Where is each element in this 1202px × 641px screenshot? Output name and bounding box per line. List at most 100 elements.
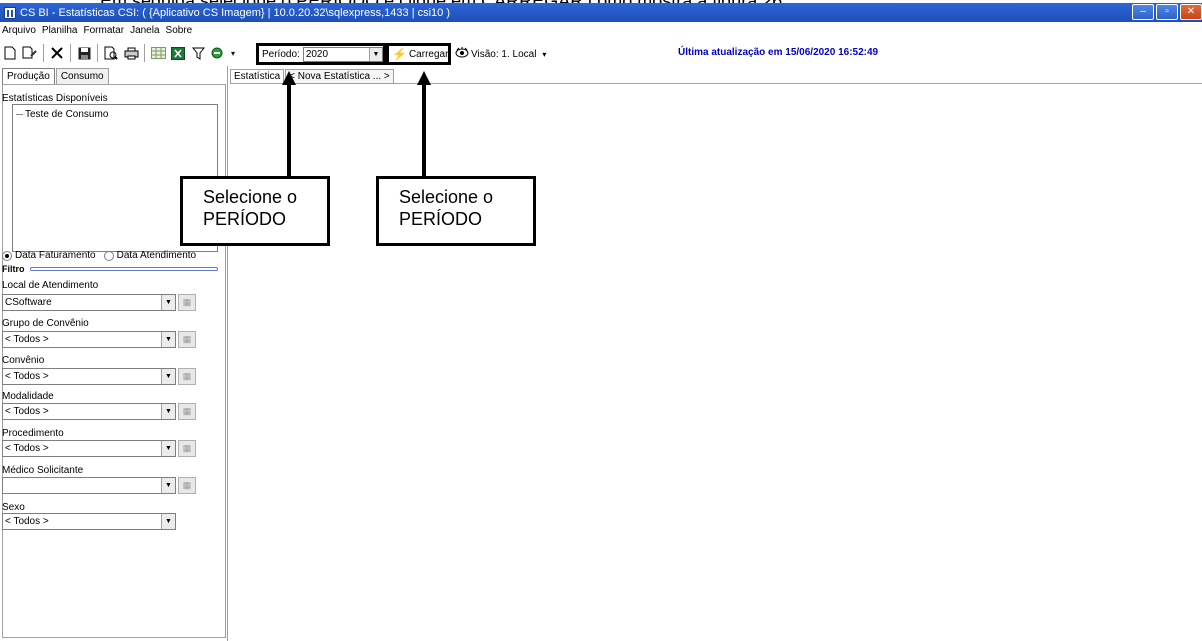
multi-select-icon[interactable]: ▦: [178, 368, 196, 385]
multi-select-icon[interactable]: ▦: [178, 403, 196, 420]
left-panel-tabs: Produção Consumo: [2, 68, 110, 84]
local-atendimento-field: CSoftware ▼ ▦: [2, 294, 196, 311]
periodo-selector: Período: 2020 ▼: [256, 43, 386, 65]
callout-periodo-right: Selecione o PERÍODO: [376, 176, 536, 246]
sexo-label: Sexo: [2, 502, 25, 513]
toolbar-separator: [97, 44, 98, 62]
grupo-convenio-label: Grupo de Convênio: [2, 318, 89, 329]
menu-item-arquivo[interactable]: Arquivo: [2, 25, 36, 39]
arrow-up-icon: [282, 71, 296, 85]
chevron-down-icon[interactable]: ▾: [228, 43, 238, 63]
tab-nova-estatistica[interactable]: < Nova Estatística ... >: [285, 69, 394, 83]
minimize-button[interactable]: –: [1132, 4, 1154, 20]
chevron-down-icon[interactable]: ▼: [161, 332, 175, 347]
spreadsheet-icon[interactable]: [148, 43, 168, 63]
estatisticas-label: Estatísticas Disponíveis: [2, 93, 108, 104]
radio-data-faturamento[interactable]: Data Faturamento: [2, 250, 96, 261]
content-tabs: Estatística < Nova Estatística ... >: [230, 69, 395, 83]
close-button[interactable]: ✕: [1180, 4, 1202, 20]
delete-icon[interactable]: [47, 43, 67, 63]
sexo-dropdown[interactable]: < Todos > ▼: [2, 513, 176, 530]
dropdown-value: < Todos >: [5, 371, 49, 382]
medico-solicitante-field: ▼ ▦: [2, 477, 196, 494]
chevron-down-icon[interactable]: ▼: [161, 514, 175, 529]
callout-line1: Selecione o: [203, 187, 298, 207]
arrow-shaft: [422, 84, 426, 178]
arrow-up-icon: [417, 71, 431, 85]
chevron-down-icon: ▾: [542, 49, 547, 59]
toolbar-separator: [43, 44, 44, 62]
refresh-filter-icon[interactable]: [208, 43, 228, 63]
periodo-dropdown[interactable]: 2020 ▼: [302, 46, 383, 62]
print-icon[interactable]: [121, 43, 141, 63]
dropdown-value: < Todos >: [5, 516, 49, 527]
grupo-convenio-dropdown[interactable]: < Todos > ▼: [2, 331, 176, 348]
dropdown-value: < Todos >: [5, 334, 49, 345]
eye-icon: [455, 47, 469, 61]
last-update-text: Última atualização em 15/06/2020 16:52:4…: [678, 47, 879, 58]
procedimento-label: Procedimento: [2, 428, 64, 439]
toolbar-separator: [144, 44, 145, 62]
medico-solicitante-dropdown[interactable]: ▼: [2, 477, 176, 494]
visao-dropdown[interactable]: Visão: 1. Local ▾: [455, 47, 546, 61]
tab-estatistica[interactable]: Estatística: [230, 69, 285, 83]
chevron-down-icon[interactable]: ▼: [161, 404, 175, 419]
carregar-button[interactable]: ⚡ Carregar: [386, 43, 451, 65]
save-icon[interactable]: [74, 43, 94, 63]
multi-select-icon[interactable]: ▦: [178, 440, 196, 457]
chevron-down-icon[interactable]: ▼: [161, 369, 175, 384]
window-controls: – ▫ ✕: [1130, 4, 1202, 20]
grupo-convenio-field: < Todos > ▼ ▦: [2, 331, 196, 348]
menu-bar: Arquivo Planilha Formatar Janela Sobre: [0, 25, 192, 39]
local-atendimento-label: Local de Atendimento: [2, 280, 99, 291]
menu-item-formatar[interactable]: Formatar: [84, 25, 125, 39]
edit-document-icon[interactable]: [20, 43, 40, 63]
dropdown-value: < Todos >: [5, 443, 49, 454]
excel-icon[interactable]: [168, 43, 188, 63]
modalidade-label: Modalidade: [2, 391, 54, 402]
toolbar: ▾: [0, 40, 1202, 66]
filtro-group-header: Filtro: [2, 264, 218, 276]
chevron-down-icon[interactable]: ▼: [161, 441, 175, 456]
maximize-button[interactable]: ▫: [1156, 4, 1178, 20]
app-icon: [4, 6, 16, 19]
dropdown-value: < Todos >: [5, 406, 49, 417]
content-divider: [230, 83, 1202, 84]
modalidade-dropdown[interactable]: < Todos > ▼: [2, 403, 176, 420]
sexo-field: < Todos > ▼: [2, 513, 176, 530]
chevron-down-icon[interactable]: ▼: [161, 295, 175, 310]
convenio-dropdown[interactable]: < Todos > ▼: [2, 368, 176, 385]
tab-producao[interactable]: Produção: [2, 68, 55, 84]
new-document-icon[interactable]: [0, 43, 20, 63]
periodo-value: 2020: [305, 48, 329, 60]
menu-item-sobre[interactable]: Sobre: [166, 25, 193, 39]
window-title: CS BI - Estatísticas CSI: ( {Aplicativo …: [20, 6, 451, 19]
multi-select-icon[interactable]: ▦: [178, 331, 196, 348]
dropdown-value: CSoftware: [5, 297, 52, 308]
arrow-shaft: [287, 84, 291, 178]
filtro-divider: [30, 267, 218, 271]
multi-select-icon[interactable]: ▦: [178, 477, 196, 494]
print-preview-icon[interactable]: [101, 43, 121, 63]
list-item[interactable]: Teste de Consumo: [16, 109, 108, 120]
filter-icon[interactable]: [188, 43, 208, 63]
radio-label: Data Atendimento: [116, 250, 197, 261]
window-titlebar: CS BI - Estatísticas CSI: ( {Aplicativo …: [0, 3, 1202, 22]
radio-dot: [2, 250, 12, 261]
chevron-down-icon[interactable]: ▼: [161, 478, 175, 493]
multi-select-icon[interactable]: ▦: [178, 294, 196, 311]
carregar-label: Carregar: [408, 48, 449, 60]
menu-item-janela[interactable]: Janela: [130, 25, 159, 39]
callout-periodo-left: Selecione o PERÍODO: [180, 176, 330, 246]
medico-solicitante-label: Médico Solicitante: [2, 465, 84, 476]
visao-label: Visão: 1. Local: [471, 48, 537, 60]
chevron-down-icon[interactable]: ▼: [369, 47, 382, 61]
toolbar-separator: [70, 44, 71, 62]
local-atendimento-dropdown[interactable]: CSoftware ▼: [2, 294, 176, 311]
radio-label: Data Faturamento: [15, 250, 96, 261]
radio-dot: [103, 250, 114, 261]
radio-data-atendimento[interactable]: Data Atendimento: [103, 250, 197, 261]
procedimento-dropdown[interactable]: < Todos > ▼: [2, 440, 176, 457]
tab-consumo[interactable]: Consumo: [55, 68, 109, 84]
menu-item-planilha[interactable]: Planilha: [42, 25, 78, 39]
